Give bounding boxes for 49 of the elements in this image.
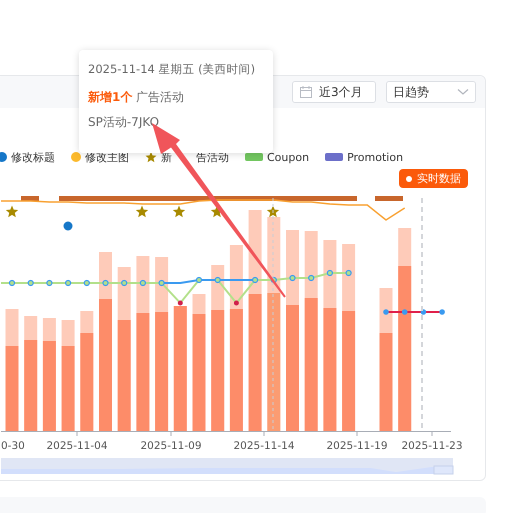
- tooltip-title: 2025-11-14 星期五 (美西时间): [88, 62, 256, 77]
- legend-label[interactable]: Promotion: [347, 150, 404, 164]
- star-marker: [6, 206, 18, 218]
- data-point: [84, 280, 90, 286]
- data-point: [383, 309, 389, 315]
- axis-label: 2025-11-14: [233, 440, 295, 452]
- event-dot: [64, 222, 72, 230]
- legend-label[interactable]: 修改标题: [11, 150, 55, 164]
- star-marker: [136, 206, 148, 218]
- data-point: [402, 309, 408, 315]
- data-point: [252, 276, 258, 284]
- data-point: [178, 300, 183, 306]
- live-dot-icon: [406, 176, 412, 182]
- calendar-icon: [299, 85, 313, 99]
- axis-label: 2025-11-09: [140, 440, 202, 452]
- date-range-picker[interactable]: 近3个月: [292, 81, 376, 103]
- data-point: [158, 280, 165, 286]
- legend-label[interactable]: Coupon: [267, 150, 310, 164]
- legend-label[interactable]: 新: [161, 150, 172, 164]
- event-band: [21, 196, 39, 201]
- event-band: [375, 196, 403, 201]
- data-point: [121, 280, 128, 286]
- tooltip-text: SP活动-7JKO: [88, 114, 160, 131]
- data-point: [102, 280, 109, 286]
- tooltip-text: 新增1个 广告活动: [88, 89, 186, 106]
- zoom-slider[interactable]: [1, 458, 454, 474]
- data-point: [214, 276, 221, 284]
- star-marker: [172, 206, 186, 218]
- data-point: [308, 274, 314, 282]
- chevron-down-icon: [457, 88, 469, 96]
- data-point: [439, 309, 445, 315]
- axis-label: 2025-11-04: [46, 440, 108, 452]
- data-point: [65, 280, 72, 286]
- data-point: [234, 300, 239, 306]
- data-point: [289, 274, 296, 282]
- axis-label: 2025-11-19: [326, 440, 388, 452]
- axis-label: 0-30: [1, 440, 25, 452]
- axis-label: 2025-11-23: [401, 440, 463, 452]
- data-point: [8, 280, 16, 286]
- data-point: [46, 280, 52, 286]
- data-point: [346, 270, 352, 276]
- data-point: [140, 280, 146, 286]
- data-point: [420, 309, 426, 315]
- granularity-select[interactable]: 日趋势: [386, 81, 476, 103]
- star-marker: [266, 206, 280, 218]
- data-point: [196, 276, 202, 284]
- data-point: [326, 270, 333, 276]
- data-point: [28, 280, 34, 286]
- line-series: [386, 311, 442, 313]
